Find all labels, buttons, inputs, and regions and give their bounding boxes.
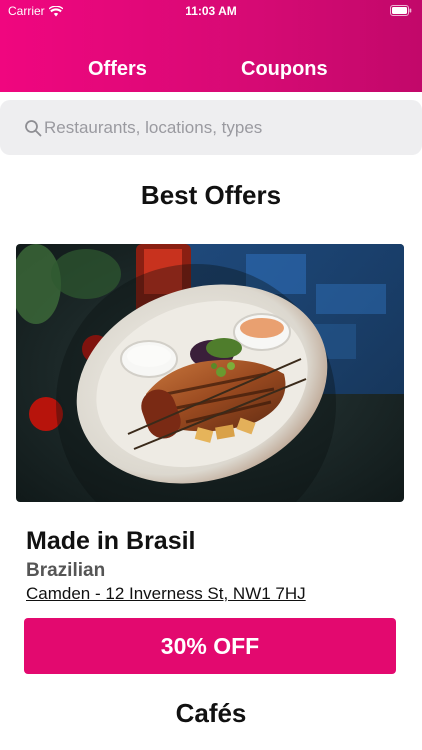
status-bar: Carrier 11:03 AM <box>0 0 422 22</box>
offer-discount-button[interactable]: 30% OFF <box>24 618 396 674</box>
header: Carrier 11:03 AM Offers Coupons <box>0 0 422 92</box>
tab-coupons[interactable]: Coupons <box>241 58 328 81</box>
cuisine-label: Brazilian <box>26 560 106 581</box>
restaurant-name[interactable]: Made in Brasil <box>26 527 196 556</box>
food-plate-image <box>16 244 404 502</box>
tab-offers[interactable]: Offers <box>88 58 147 81</box>
search-bar[interactable] <box>0 100 422 155</box>
section-title-best-offers: Best Offers <box>140 180 282 210</box>
search-icon <box>25 119 42 136</box>
section-title-cafes: Cafés <box>175 698 247 728</box>
battery-icon <box>390 5 412 16</box>
offer-photo[interactable] <box>16 244 404 502</box>
address-link[interactable]: Camden - 12 Inverness St, NW1 7HJ <box>26 584 306 604</box>
search-input[interactable] <box>44 117 404 138</box>
status-time: 11:03 AM <box>185 4 237 18</box>
tab-bar: Offers Coupons <box>0 58 422 90</box>
